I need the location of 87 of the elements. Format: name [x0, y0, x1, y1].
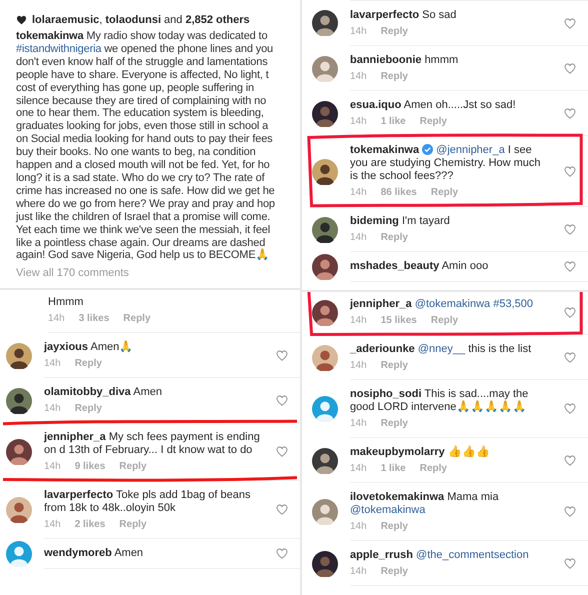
username-link[interactable]: nosipho_sodi [350, 388, 422, 400]
mention-link[interactable]: @tokemakinwa [350, 504, 426, 516]
like-heart-icon[interactable] [564, 306, 576, 318]
mention-link[interactable]: @the_commentsection [416, 549, 529, 561]
comment-text: ilovetokemakinwa Mama mia @tokemakinwa [350, 491, 500, 517]
username-link[interactable]: tokemakinwa [16, 30, 84, 42]
avatar[interactable] [312, 300, 338, 326]
comment-time: 14h [44, 358, 61, 369]
avatar[interactable] [312, 158, 338, 184]
comment-text: mshades_beauty Amin ooo [350, 260, 490, 273]
like-heart-icon[interactable] [564, 224, 576, 234]
comment-text: bideming I'm tayard [350, 215, 451, 228]
comment-time: 14h [44, 519, 61, 530]
username-link[interactable]: ilovetokemakinwa [350, 491, 444, 503]
username-link[interactable]: lavarperfecto [350, 9, 420, 21]
likes-summary: lolaraemusic, tolaodunsi and 2,852 others [32, 14, 250, 26]
comment-time: 14h [350, 418, 367, 429]
comment-time: 14h [44, 461, 61, 472]
comment-time: 14h [350, 360, 367, 371]
comment-text: lavarperfecto So sad [350, 9, 458, 22]
comment-time: 14h [350, 187, 367, 198]
username-link[interactable]: jayxious [44, 341, 88, 353]
like-heart-icon[interactable] [276, 394, 288, 406]
username-link[interactable]: bideming [350, 215, 399, 227]
comment-text: bannieboonie hmmm [350, 54, 460, 67]
comment-time: 14h [350, 566, 367, 577]
comment-time: 14h [350, 71, 367, 82]
username-link[interactable]: makeupbymolarry [350, 446, 445, 458]
comment-text: jayxious Amen🙏 [44, 341, 134, 354]
avatar[interactable] [312, 10, 338, 36]
like-heart-icon[interactable] [564, 108, 576, 118]
like-heart-icon[interactable] [564, 62, 576, 74]
caption-text: tokemakinwa My radio show today was dedicated to #istandwithnigeria we opened the phone lines and you don't even know half of the struggle and lamentations people have to share. Everyone is affected, No light, t cost of everything has gone up, people suffering in silence because they are tired of complaining with no one to hear them. The education system is bleeding, graduates looking for jobs, even those still in school a on Social media looking for hand outs to pay their fees buy their books. No one wants to beg, na condition happen and a closed mouth will not be fed. Yet, for ho long? it is a sad state. Who do we cry to? The rate of crime has increased no one is safe. How did we get he where do we go from here? We pray and pray and hop just like the children of Israel that a promise will come. Yet each time we think we've seen the messiah, it feel like a pointless chase again. Our dreams are dashed again! God save Nigeria, God help us to BECOME🙏 [16, 30, 276, 262]
avatar[interactable] [312, 254, 338, 280]
avatar[interactable] [312, 100, 338, 126]
mention-link[interactable]: #istandwithnigeria [16, 42, 102, 55]
like-heart-icon[interactable] [564, 166, 576, 176]
comment-text: wendymoreb Amen [44, 547, 144, 560]
like-heart-icon[interactable] [276, 446, 288, 457]
comment-text: jennipher_a My sch fees payment is ending on d 13th of February... I dt know wat to do [44, 431, 261, 457]
comment-text: lavarperfecto Toke pls add 1bag of beans from 18k to 48k..oloyin 50k [44, 489, 252, 515]
comment-time: 14h [350, 232, 367, 243]
comment-text: nosipho_sodi This is sad....may the good LORD intervene🙏🙏🙏🙏🙏 [350, 388, 530, 414]
avatar[interactable] [6, 388, 32, 414]
username-link[interactable]: mshades_beauty [350, 260, 440, 272]
comment-time: 14h [350, 26, 367, 37]
username-link[interactable]: bannieboonie [350, 54, 422, 66]
heart-icon [16, 15, 27, 25]
username-link[interactable]: jennipher_a [350, 298, 412, 310]
like-heart-icon[interactable] [564, 261, 576, 272]
username-link[interactable]: lavarperfecto [44, 489, 114, 501]
comment-time: 14h [44, 403, 61, 414]
like-heart-icon[interactable] [564, 506, 576, 517]
username-link[interactable]: olamitobby_diva [44, 386, 131, 398]
like-heart-icon[interactable] [564, 558, 576, 568]
avatar[interactable] [312, 216, 338, 242]
comment-text: _aderiounke @nney__ this is the list [350, 343, 532, 356]
like-heart-icon[interactable] [564, 403, 576, 414]
comment-time: 14h [350, 116, 367, 127]
username-link[interactable]: apple_rrush [350, 549, 413, 561]
avatar[interactable] [312, 550, 338, 576]
comment-time: 14h [350, 521, 367, 532]
comment-text: olamitobby_diva Amen [44, 386, 163, 399]
username-link[interactable]: tokemakinwa [350, 144, 420, 156]
comment-time: 14h [350, 315, 367, 326]
like-heart-icon[interactable] [276, 548, 288, 559]
comment-time: 14h [350, 463, 367, 474]
username-link[interactable]: esua.iquo [350, 99, 402, 111]
username-link[interactable]: _aderiounke [350, 343, 415, 355]
avatar[interactable] [6, 342, 32, 368]
mention-link[interactable]: @nney__ [418, 343, 466, 355]
comment-text: esua.iquo Amen oh.....Jst so sad! [350, 99, 517, 112]
avatar[interactable] [312, 448, 338, 474]
mention-link[interactable]: @jennipher_a [436, 144, 505, 156]
comment-text: makeupbymolarry 👍👍👍 [350, 446, 491, 459]
like-heart-icon[interactable] [564, 352, 576, 362]
comment-text: Hmmm [48, 296, 84, 309]
comment-time: 14h [48, 313, 65, 324]
like-heart-icon[interactable] [276, 350, 288, 360]
comment-text: tokemakinwa @jennipher_a I see you are studying Chemistry. How much is the school fees??? [350, 144, 542, 183]
like-heart-icon[interactable] [564, 454, 576, 466]
mention-link[interactable]: @tokemakinwa #53,500 [414, 298, 533, 310]
like-heart-icon[interactable] [564, 18, 576, 28]
like-heart-icon[interactable] [276, 504, 288, 515]
username-link[interactable]: wendymoreb [44, 547, 112, 559]
avatar[interactable] [6, 439, 32, 465]
username-link[interactable]: jennipher_a [44, 431, 106, 443]
